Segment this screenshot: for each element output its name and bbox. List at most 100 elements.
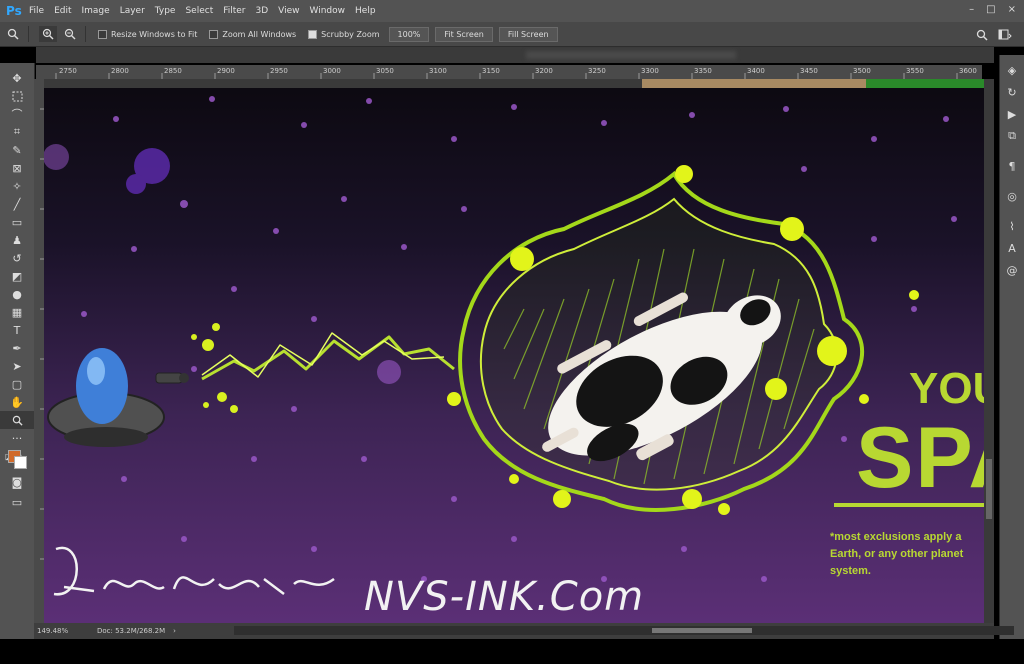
menu-layer[interactable]: Layer bbox=[115, 6, 150, 16]
document-canvas[interactable]: YOU SPA *most exclusions apply a Earth, … bbox=[44, 79, 984, 623]
fill-screen-button[interactable]: Fill Screen bbox=[498, 26, 558, 42]
menu-window[interactable]: Window bbox=[305, 6, 351, 16]
window-controls: – □ × bbox=[969, 4, 1016, 15]
tools-panel: ✥ ⌒ ⌗ ✎ ⊠ ✧ ╱ ▭ ♟ ↺ ◩ ● ▦ T ✒ ➤ ▢ ✋ ··· … bbox=[0, 63, 35, 639]
promo-headline-you: YOU bbox=[909, 364, 984, 413]
options-bar: Resize Windows to Fit Zoom All Windows S… bbox=[0, 22, 1024, 47]
history-brush-tool-icon[interactable]: ↺ bbox=[0, 249, 34, 267]
shape-tool-icon[interactable]: ▢ bbox=[0, 375, 34, 393]
menu-3d[interactable]: 3D bbox=[251, 6, 274, 16]
zoom-level[interactable]: 149.48% bbox=[37, 627, 87, 635]
resize-windows-checkbox[interactable]: Resize Windows to Fit bbox=[98, 29, 198, 39]
status-menu-icon[interactable]: › bbox=[173, 627, 176, 635]
zoom-out-icon[interactable] bbox=[61, 26, 79, 42]
promo-headline-spa: SPA bbox=[856, 410, 984, 506]
separator bbox=[85, 26, 86, 42]
paragraph-icon[interactable]: ¶ bbox=[1000, 155, 1024, 177]
checkbox-label: Resize Windows to Fit bbox=[111, 29, 198, 39]
history-icon[interactable]: ↻ bbox=[1000, 81, 1024, 103]
blurred-tab-label bbox=[526, 51, 736, 59]
artist-signature bbox=[53, 546, 335, 596]
restore-button[interactable]: □ bbox=[986, 4, 995, 15]
eraser-tool-icon[interactable]: ◩ bbox=[0, 267, 34, 285]
blur-tool-icon[interactable]: ● bbox=[0, 285, 34, 303]
minimize-button[interactable]: – bbox=[969, 4, 974, 15]
close-button[interactable]: × bbox=[1008, 4, 1016, 15]
checkbox-label: Zoom All Windows bbox=[222, 29, 297, 39]
crop-tool-icon[interactable]: ⌗ bbox=[0, 123, 34, 141]
hand-tool-icon[interactable]: ✋ bbox=[0, 393, 34, 411]
lasso-tool-icon[interactable]: ⌒ bbox=[0, 105, 34, 123]
menu-type[interactable]: Type bbox=[150, 6, 181, 16]
frame-tool-icon[interactable]: ⊠ bbox=[0, 159, 34, 177]
top-strip-green bbox=[866, 79, 984, 88]
path-selection-tool-icon[interactable]: ➤ bbox=[0, 357, 34, 375]
laser-beam bbox=[201, 332, 455, 381]
scrollbar-thumb[interactable] bbox=[986, 459, 992, 519]
website-url: NVS-INK.Com bbox=[364, 574, 645, 620]
creative-cloud-libraries-icon[interactable]: ◎ bbox=[1000, 185, 1024, 207]
brush-tool-icon[interactable]: ╱ bbox=[0, 195, 34, 213]
screen-mode-icon[interactable]: ▭ bbox=[0, 493, 34, 511]
right-panel-dock: ◈ ↻ ▶ ⧉ ¶ ◎ ⌇ A @ bbox=[999, 55, 1024, 639]
transform-icon[interactable]: ⧉ bbox=[1000, 125, 1024, 147]
clone-stamp-tool-icon[interactable]: ♟ bbox=[0, 231, 34, 249]
marquee-tool-icon[interactable] bbox=[0, 87, 34, 105]
menu-filter[interactable]: Filter bbox=[218, 6, 250, 16]
zoom-100-button[interactable]: 100% bbox=[388, 26, 430, 42]
document-tab-strip[interactable] bbox=[36, 47, 994, 63]
scrubby-zoom-checkbox[interactable]: Scrubby Zoom bbox=[308, 29, 380, 39]
checkbox-box[interactable] bbox=[209, 29, 219, 39]
move-tool-icon[interactable]: ✥ bbox=[0, 69, 34, 87]
top-strip-tan bbox=[642, 79, 866, 88]
zoom-in-icon[interactable] bbox=[39, 26, 57, 42]
background-color-swatch[interactable] bbox=[14, 456, 27, 469]
menu-image[interactable]: Image bbox=[77, 6, 115, 16]
checkbox-box[interactable] bbox=[98, 29, 107, 39]
quick-mask-icon[interactable]: ◙ bbox=[0, 473, 34, 491]
separator bbox=[28, 26, 29, 42]
pen-tool-icon[interactable]: ✒ bbox=[0, 339, 34, 357]
magic-wand-tool-icon[interactable]: ✧ bbox=[0, 177, 34, 195]
menu-edit[interactable]: Edit bbox=[49, 6, 76, 16]
photoshop-logo: Ps bbox=[6, 4, 22, 18]
scrollbar-thumb[interactable] bbox=[652, 628, 752, 633]
promo-divider bbox=[834, 503, 984, 507]
zoom-tool-icon[interactable] bbox=[0, 411, 34, 429]
workspace-switcher-icon[interactable] bbox=[998, 26, 1012, 45]
search-icon[interactable] bbox=[976, 26, 988, 45]
character-icon[interactable]: A bbox=[1000, 237, 1024, 259]
gradient-tool-icon[interactable]: ▦ bbox=[0, 303, 34, 321]
vertical-ruler bbox=[34, 79, 44, 623]
layers-icon[interactable]: ◈ bbox=[1000, 59, 1024, 81]
eyedropper-tool-icon[interactable]: ✎ bbox=[0, 141, 34, 159]
fine-print: *most exclusions apply a Earth, or any o… bbox=[830, 531, 964, 577]
actions-play-icon[interactable]: ▶ bbox=[1000, 103, 1024, 125]
brushes-icon[interactable]: ⌇ bbox=[1000, 215, 1024, 237]
checkbox-box[interactable] bbox=[308, 29, 318, 39]
screen-bottom-bezel bbox=[0, 639, 1024, 664]
fit-screen-button[interactable]: Fit Screen bbox=[435, 26, 493, 42]
menu-file[interactable]: File bbox=[24, 6, 49, 16]
laser-splatter bbox=[191, 323, 238, 413]
zoom-all-windows-checkbox[interactable]: Zoom All Windows bbox=[209, 29, 297, 39]
vertical-scrollbar[interactable] bbox=[984, 79, 994, 623]
more-tools-icon[interactable]: ··· bbox=[0, 429, 34, 447]
document-size: Doc: 53.2M/268.2M bbox=[97, 627, 166, 635]
menu-help[interactable]: Help bbox=[350, 6, 381, 16]
checkbox-label: Scrubby Zoom bbox=[321, 29, 380, 39]
status-bar: 149.48% Doc: 53.2M/268.2M › bbox=[34, 623, 1014, 639]
glyphs-icon[interactable]: @ bbox=[1000, 259, 1024, 281]
zoom-tool-preset-icon[interactable] bbox=[4, 26, 22, 42]
menu-view[interactable]: View bbox=[273, 6, 304, 16]
type-tool-icon[interactable]: T bbox=[0, 321, 34, 339]
healing-brush-tool-icon[interactable]: ▭ bbox=[0, 213, 34, 231]
vertical-ruler-ticks bbox=[40, 108, 44, 560]
menu-select[interactable]: Select bbox=[180, 6, 218, 16]
menu-bar: Ps File Edit Image Layer Type Select Fil… bbox=[0, 0, 1024, 22]
horizontal-scrollbar[interactable] bbox=[234, 626, 1014, 635]
top-strip bbox=[44, 79, 644, 88]
